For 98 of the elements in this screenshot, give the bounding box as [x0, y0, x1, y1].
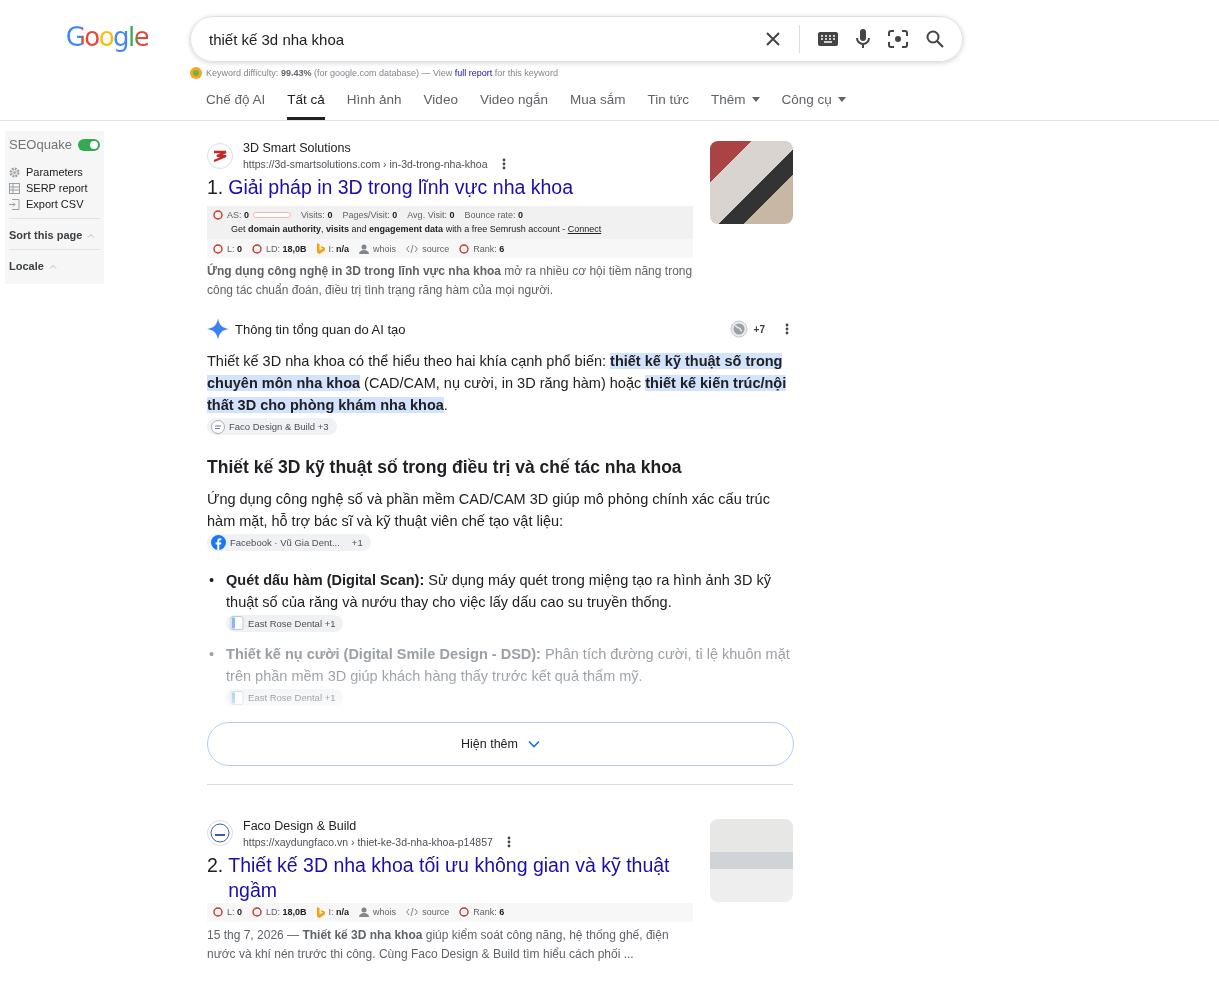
full-report-link[interactable]: full report — [454, 68, 493, 78]
bing-icon — [316, 906, 325, 918]
person-icon — [359, 243, 370, 254]
metric-text: Rank: 6 — [473, 907, 505, 917]
export-icon — [9, 198, 20, 210]
result-url: https://xaydungfaco.vn › thiet-ke-3d-nha-khoa-p14857 — [243, 835, 493, 848]
site-logo-icon — [207, 820, 233, 846]
metric-text: Bounce rate: 0 — [464, 210, 524, 220]
search-tab[interactable]: Thêm — [711, 86, 760, 120]
metric-link[interactable]: whois — [373, 907, 397, 917]
metric-link[interactable]: whois — [373, 243, 397, 254]
metric-link[interactable]: source — [422, 243, 450, 254]
search-tab[interactable]: Công cụ — [781, 86, 846, 120]
metric-text: Rank: 6 — [473, 243, 505, 254]
source-chip[interactable]: East Rose Dental +1 — [226, 614, 344, 632]
search-tab[interactable]: Video ngắn — [479, 86, 548, 120]
bullet-marker: • — [208, 645, 215, 664]
result-snippet: 15 thg 7, 2026 — Thiết kế 3D nha khoa giúp kiểm soát công năng, hệ thống ghế, điện nước và khí nén trước thi công. Cùng Faco Design & Build tìm hiểu cách phối ... — [207, 926, 670, 963]
metric-text: L: 0 — [227, 907, 243, 917]
more-options-icon[interactable] — [506, 835, 511, 848]
ai-overview-text: Thiết kế 3D nha khoa có thể hiểu theo hai khía cạnh phổ biến: thiết kế kỹ thuật số trong chuyên môn nha khoa (CAD/CAM, nụ cười, in 3D răng hàm) hoặc thiết kế kiến trúc/nội thất 3D cho phòng khám nha khoa. — [207, 352, 788, 415]
result-url: https://3d-smartsolutions.com › in-3d-trong-nha-khoa — [243, 158, 488, 170]
source-chip[interactable]: Faco Design & Build +3 — [207, 418, 337, 435]
keyword-difficulty-text: Keyword difficulty: 99.43% (for google.com database) — View full report for this keyword — [206, 68, 558, 78]
photo-placeholder[interactable] — [710, 141, 793, 224]
sidebar-section[interactable]: Locale — [9, 260, 44, 272]
metric-text: AS: 0 — [227, 210, 250, 220]
more-options-icon[interactable] — [785, 323, 789, 335]
metric-text: L: 0 — [227, 243, 243, 254]
sidebar-item[interactable]: SERP report — [26, 182, 88, 194]
result-number: 1. — [207, 175, 224, 200]
search-tab[interactable]: Tin tức — [647, 86, 690, 120]
chevron-down-icon — [528, 739, 540, 748]
caret-icon[interactable] — [751, 97, 760, 102]
sidebar-item[interactable]: Parameters — [26, 166, 83, 178]
ai-overview-title: Thông tin tổng quan do AI tạo — [235, 321, 406, 337]
promo-text: Get domain authority, visits and engagement data with a free Semrush account - — [231, 224, 566, 234]
site-name: 3D Smart Solutions — [243, 141, 352, 155]
metric-link[interactable]: source — [422, 907, 450, 917]
metric-text: LD: 18,0B — [266, 907, 307, 917]
metric-text: I: n/a — [328, 243, 350, 254]
site-name: Faco Design & Build — [243, 818, 358, 833]
site-logo-icon — [207, 142, 233, 169]
code-icon — [406, 907, 419, 917]
document-icon — [230, 616, 245, 630]
metric-text: LD: 18,0B — [266, 243, 307, 254]
bullet-text: Thiết kế nụ cười (Digital Smile Design - DSD): Phân tích đường cười, tỉ lệ khuôn mặt trên phần mềm 3D giúp khách hàng thấy trước kết quả thẩm mỹ. — [226, 645, 791, 686]
bing-icon — [316, 243, 325, 254]
search-tab[interactable]: Chế độ AI — [206, 86, 266, 120]
sidebar-section[interactable]: Sort this page — [9, 229, 83, 241]
document-icon — [230, 690, 245, 705]
ring-icon — [252, 907, 263, 917]
metric-text: I: n/a — [328, 907, 350, 917]
ring-icon — [459, 907, 470, 917]
search-tab[interactable]: Mua sắm — [570, 86, 626, 120]
metric-text: Avg. Visit: 0 — [407, 210, 455, 220]
section-heading: Thiết kế 3D kỹ thuật số trong điều trị và chế tác nha khoa — [207, 456, 683, 478]
sources-count[interactable]: +7 — [753, 323, 765, 335]
globe-icon[interactable] — [729, 320, 748, 338]
keyboard-icon[interactable] — [818, 32, 838, 46]
gear-icon — [9, 166, 20, 178]
metric-text: Visits: 0 — [301, 210, 333, 220]
search-tab[interactable]: Tất cả — [287, 86, 325, 120]
ring-icon — [213, 907, 223, 917]
show-more-button[interactable]: Hiện thêm — [207, 721, 794, 766]
bullet-marker: • — [208, 570, 215, 590]
facebook-icon — [211, 534, 226, 550]
seoquake-title: SEOquake — [9, 137, 72, 152]
search-icon[interactable] — [926, 30, 944, 48]
result-snippet: Ứng dụng công nghệ in 3D trong lĩnh vực nha khoa mở ra nhiều cơ hội tiềm năng trong công tác chuẩn đoán, điều trị tình trạng răng hàm của mọi người. — [207, 262, 693, 299]
ring-icon — [252, 243, 263, 254]
more-options-icon[interactable] — [501, 158, 506, 170]
website-icon — [211, 419, 225, 434]
close-icon[interactable] — [765, 31, 781, 47]
ring-icon — [213, 210, 223, 220]
result-number: 2. — [207, 852, 224, 878]
sidebar-item[interactable]: Export CSV — [26, 198, 84, 210]
toggle-switch[interactable] — [78, 138, 100, 151]
caret-icon[interactable] — [837, 97, 846, 102]
seoquake-icon — [190, 67, 202, 79]
result-title-link[interactable]: Giải pháp in 3D trong lĩnh vực nha khoa — [228, 175, 574, 200]
source-chip[interactable]: Facebook · Vũ Gia Dent... +1 — [207, 533, 371, 551]
search-tab[interactable]: Video — [423, 86, 458, 120]
connect-link[interactable]: Connect — [567, 224, 602, 234]
bullet-text: Quét dấu hàm (Digital Scan): Sử dụng máy quét trong miệng tạo ra hình ảnh 3D kỹ thuật số của răng và nướu thay cho việc lấy dấu cao su truyền thống. — [226, 570, 772, 612]
search-field[interactable]: thiết kế 3d nha khoa — [209, 30, 747, 48]
search-tab[interactable]: Hình ảnh — [346, 86, 402, 120]
code-icon — [406, 243, 419, 254]
person-icon — [359, 907, 370, 917]
camera-icon[interactable] — [888, 30, 908, 48]
ring-icon — [213, 243, 223, 254]
metric-text: Pages/Visit: 0 — [342, 210, 398, 220]
result-title-link[interactable]: Thiết kế 3D nha khoa tối ưu không gian và kỹ thuật ngầm — [228, 852, 697, 903]
microphone-icon[interactable] — [856, 29, 870, 49]
ai-overview-text: Ứng dụng công nghệ số và phần mềm CAD/CAM 3D giúp mô phỏng chính xác cấu trúc hàm mặt, hỗ trợ bác sĩ và kỹ thuật viên chế tạo vật liệu: — [207, 489, 771, 531]
table-icon — [9, 182, 20, 194]
sparkle-icon — [207, 318, 229, 340]
ring-icon — [459, 243, 470, 254]
